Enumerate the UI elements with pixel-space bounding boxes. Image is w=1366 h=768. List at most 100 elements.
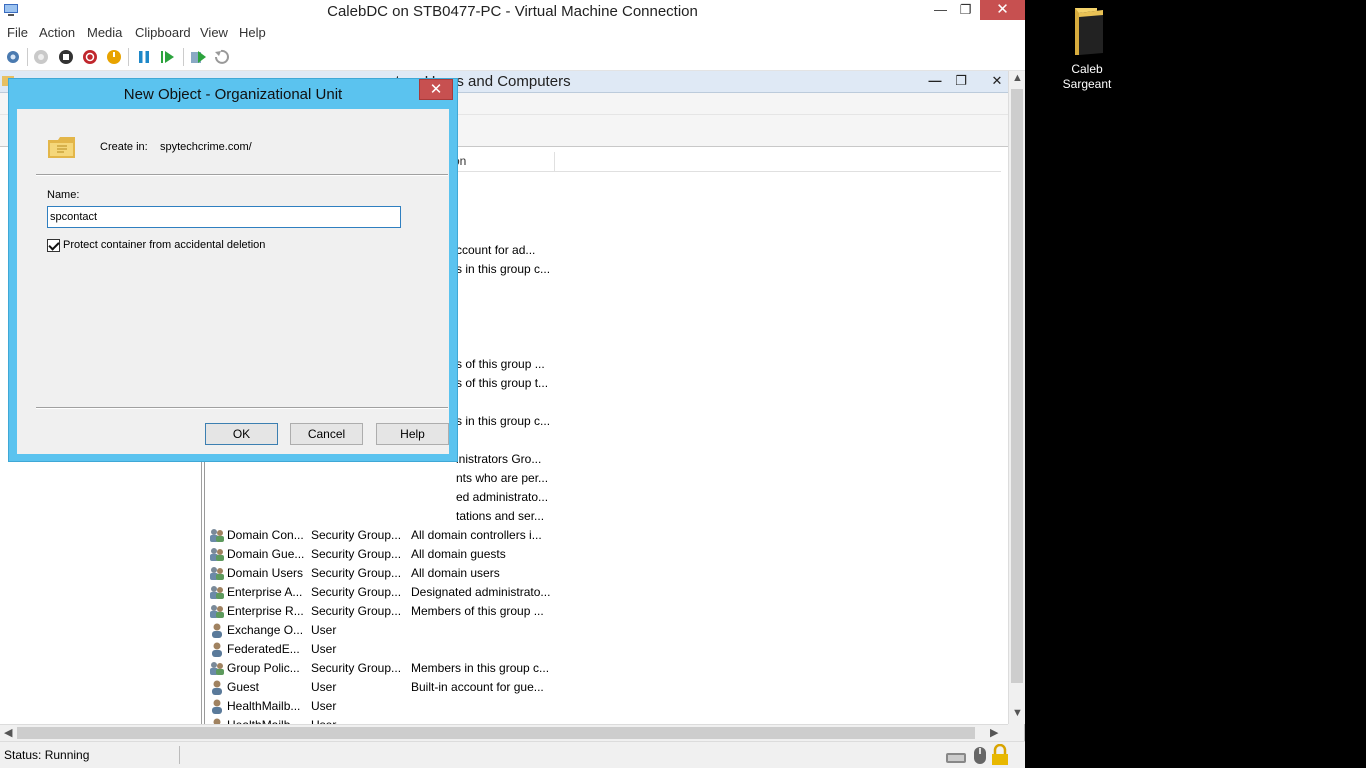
pause-icon[interactable]	[135, 48, 153, 66]
horizontal-scroll-thumb[interactable]	[17, 727, 975, 739]
help-button[interactable]: Help	[376, 423, 449, 445]
toolbar-separator	[27, 48, 28, 66]
user-icon	[212, 680, 222, 695]
restore-button[interactable]: ❐	[952, 0, 979, 20]
table-row[interactable]: HealthMailb...User	[205, 697, 1001, 716]
scroll-up-arrow[interactable]: ▲	[1012, 72, 1023, 84]
row-description: All domain users	[411, 566, 500, 580]
ou-folder-icon	[48, 137, 75, 158]
vm-menubar: File Action Media Clipboard View Help	[0, 22, 1025, 43]
row-name: Domain Users	[227, 566, 304, 580]
table-row[interactable]: Group Polic... Security Group... Members i…	[205, 659, 1001, 678]
row-type: User	[311, 642, 337, 656]
scroll-down-arrow[interactable]: ▼	[1012, 707, 1023, 719]
table-row[interactable]: FederatedE... User	[205, 640, 1001, 659]
shutdown-icon[interactable]	[81, 48, 99, 66]
menu-file[interactable]: File	[7, 25, 28, 40]
user-icon	[212, 623, 222, 638]
vertical-scrollbar[interactable]: ▲ ▼	[1008, 71, 1025, 724]
checkpoint-icon[interactable]	[189, 48, 207, 66]
new-ou-dialog: New Object - Organizational Unit ✕ Creat…	[8, 78, 458, 462]
menu-help[interactable]: Help	[239, 25, 266, 40]
aduc-minimize-button[interactable]: —	[922, 71, 948, 91]
partial-description: tations and ser...	[456, 509, 545, 523]
row-description: All domain guests	[411, 547, 506, 561]
start-icon[interactable]	[32, 48, 50, 66]
row-type: Security Group...	[311, 661, 402, 675]
save-state-icon[interactable]	[105, 48, 123, 66]
row-type: User	[311, 680, 337, 694]
group-icon	[210, 605, 224, 618]
revert-icon[interactable]	[212, 48, 230, 66]
protect-container-label[interactable]: Protect container from accidental deleti…	[63, 239, 265, 251]
vm-window-title: CalebDC on STB0477-PC - Virtual Machine …	[327, 3, 698, 20]
mouse-icon	[974, 747, 986, 764]
create-in-label: Create in:	[100, 141, 148, 153]
group-icon	[210, 662, 224, 675]
row-name: Exchange O...	[227, 623, 304, 637]
name-label: Name:	[47, 189, 80, 201]
aduc-close-button[interactable]: ✕	[984, 71, 1010, 91]
row-description: All domain controllers i...	[411, 528, 542, 542]
menu-action[interactable]: Action	[39, 25, 75, 40]
row-type: Security Group...	[311, 528, 402, 542]
row-name: Domain Gue...	[227, 547, 305, 561]
horizontal-scrollbar[interactable]: ◀ ▶	[0, 724, 1008, 741]
group-icon	[210, 567, 224, 580]
cancel-button[interactable]: Cancel	[290, 423, 363, 445]
turn-off-icon[interactable]	[57, 48, 75, 66]
table-row[interactable]: Enterprise A... Security Group... Designat…	[205, 583, 1001, 602]
menu-clipboard[interactable]: Clipboard	[135, 25, 191, 40]
protect-container-checkbox[interactable]	[47, 239, 60, 252]
row-type: Security Group...	[311, 604, 402, 618]
row-description: Members of this group ...	[411, 604, 544, 618]
dialog-close-button[interactable]: ✕	[419, 79, 453, 100]
resume-icon[interactable]	[159, 48, 177, 66]
vm-statusbar: Status: Running	[0, 741, 1025, 768]
dialog-separator	[36, 407, 448, 409]
row-description: Built-in account for gue...	[411, 680, 544, 694]
table-row[interactable]: Exchange O... User	[205, 621, 1001, 640]
vertical-scroll-thumb[interactable]	[1011, 89, 1023, 683]
name-input[interactable]	[47, 206, 401, 228]
table-row[interactable]: Domain Users Security Group... All domain …	[205, 564, 1001, 583]
keyboard-icon	[946, 753, 966, 763]
dialog-title: New Object - Organizational Unit	[123, 86, 343, 103]
row-description: Designated administrato...	[411, 585, 551, 599]
partial-description: s in this group c...	[456, 414, 551, 428]
row-type: Security Group...	[311, 566, 402, 580]
row-name: FederatedE...	[227, 642, 300, 656]
table-row[interactable]: Enterprise R... Security Group... Members …	[205, 602, 1001, 621]
desktop-icon-label: Caleb Sargeant	[1062, 62, 1112, 91]
vm-titlebar[interactable]: CalebDC on STB0477-PC - Virtual Machine …	[0, 0, 1025, 22]
toolbar-separator	[183, 48, 184, 66]
table-row[interactable]: Domain Gue... Security Group... All domain…	[205, 545, 1001, 564]
row-name: Guest	[227, 680, 260, 694]
status-text: Status: Running	[4, 748, 90, 762]
vm-toolbar	[0, 43, 1025, 71]
row-name: Enterprise R...	[227, 604, 304, 618]
row-type: User	[311, 623, 337, 637]
menu-media[interactable]: Media	[87, 25, 122, 40]
scroll-left-arrow[interactable]: ◀	[4, 726, 12, 739]
dialog-body: Create in: spytechcrime.com/ Name: Prote…	[17, 109, 449, 454]
toolbar-separator	[128, 48, 129, 66]
lock-icon	[992, 744, 1008, 765]
menu-view[interactable]: View	[200, 25, 228, 40]
table-row[interactable]: Domain Con... Security Group... All domain…	[205, 526, 1001, 545]
partial-description: s of this group t...	[456, 376, 549, 390]
minimize-button[interactable]: —	[927, 0, 954, 20]
desktop-folder-caleb-sargeant[interactable]: Caleb Sargeant	[1056, 5, 1118, 92]
aduc-restore-button[interactable]: ❐	[948, 71, 974, 91]
close-button[interactable]: ✕	[980, 0, 1025, 20]
dialog-separator	[36, 174, 448, 176]
row-name: HealthMailb...	[227, 699, 301, 713]
table-row[interactable]: HealthMailb...User	[205, 716, 1001, 724]
ok-button[interactable]: OK	[205, 423, 278, 445]
scroll-right-arrow[interactable]: ▶	[990, 726, 998, 739]
ctrl-alt-del-icon[interactable]	[4, 48, 22, 66]
table-row[interactable]: Guest User Built-in account for gue...	[205, 678, 1001, 697]
partial-description: ed administrato...	[456, 490, 549, 504]
partial-description: inistrators Gro...	[456, 452, 542, 466]
row-description: Members in this group c...	[411, 661, 550, 675]
